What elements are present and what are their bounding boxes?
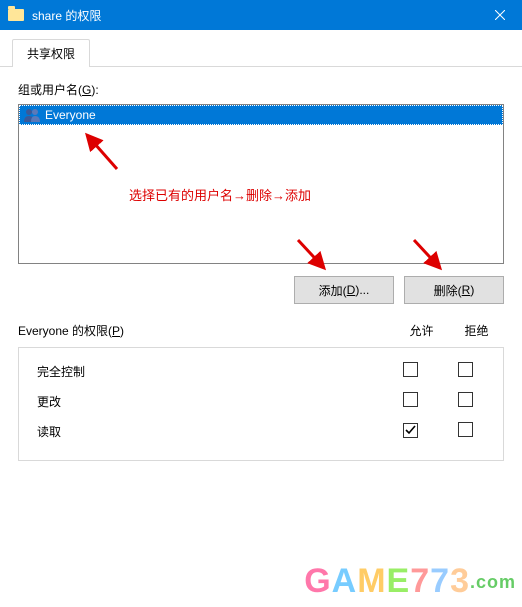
checkbox-full-allow[interactable] <box>403 362 418 377</box>
column-allow: 允许 <box>394 322 449 339</box>
group-users-label: 组或用户名(G): <box>18 81 504 98</box>
perm-name: 读取 <box>29 423 383 440</box>
arrow-icon <box>77 129 127 179</box>
list-item-label: Everyone <box>45 108 96 122</box>
titlebar: share 的权限 <box>0 0 522 30</box>
tab-panel: 组或用户名(G): Everyone 选择已有的用户名→删除→添加 <box>0 67 522 475</box>
permissions-list: 完全控制 更改 读取 <box>18 347 504 461</box>
checkmark-icon <box>405 425 416 436</box>
button-row: 添加(D)... 删除(R) <box>18 276 504 304</box>
annotation-text: 选择已有的用户名→删除→添加 <box>129 185 311 204</box>
checkbox-change-deny[interactable] <box>458 392 473 407</box>
window-title: share 的权限 <box>32 7 477 24</box>
watermark: GAME773.com <box>304 562 516 601</box>
group-icon <box>23 108 41 122</box>
perm-row-read: 读取 <box>29 416 493 446</box>
list-item-everyone[interactable]: Everyone <box>19 105 503 125</box>
remove-button[interactable]: 删除(R) <box>404 276 504 304</box>
folder-icon <box>8 9 24 21</box>
add-button[interactable]: 添加(D)... <box>294 276 394 304</box>
perm-row-change: 更改 <box>29 386 493 416</box>
tab-share-permissions[interactable]: 共享权限 <box>12 39 90 67</box>
perm-name: 完全控制 <box>29 363 383 380</box>
checkbox-full-deny[interactable] <box>458 362 473 377</box>
arrow-icon <box>290 236 335 276</box>
tab-strip: 共享权限 <box>0 38 522 67</box>
dialog-content: 共享权限 组或用户名(G): Everyone 选择已有的用户名→删除→添加 <box>0 30 522 475</box>
checkbox-change-allow[interactable] <box>403 392 418 407</box>
perm-name: 更改 <box>29 393 383 410</box>
column-deny: 拒绝 <box>449 322 504 339</box>
checkbox-read-allow[interactable] <box>403 423 418 438</box>
checkbox-read-deny[interactable] <box>458 422 473 437</box>
close-button[interactable] <box>477 0 522 30</box>
perm-row-full: 完全控制 <box>29 356 493 386</box>
permissions-header: Everyone 的权限(P) 允许 拒绝 <box>18 322 504 339</box>
close-icon <box>495 10 505 20</box>
arrow-icon <box>406 236 451 276</box>
